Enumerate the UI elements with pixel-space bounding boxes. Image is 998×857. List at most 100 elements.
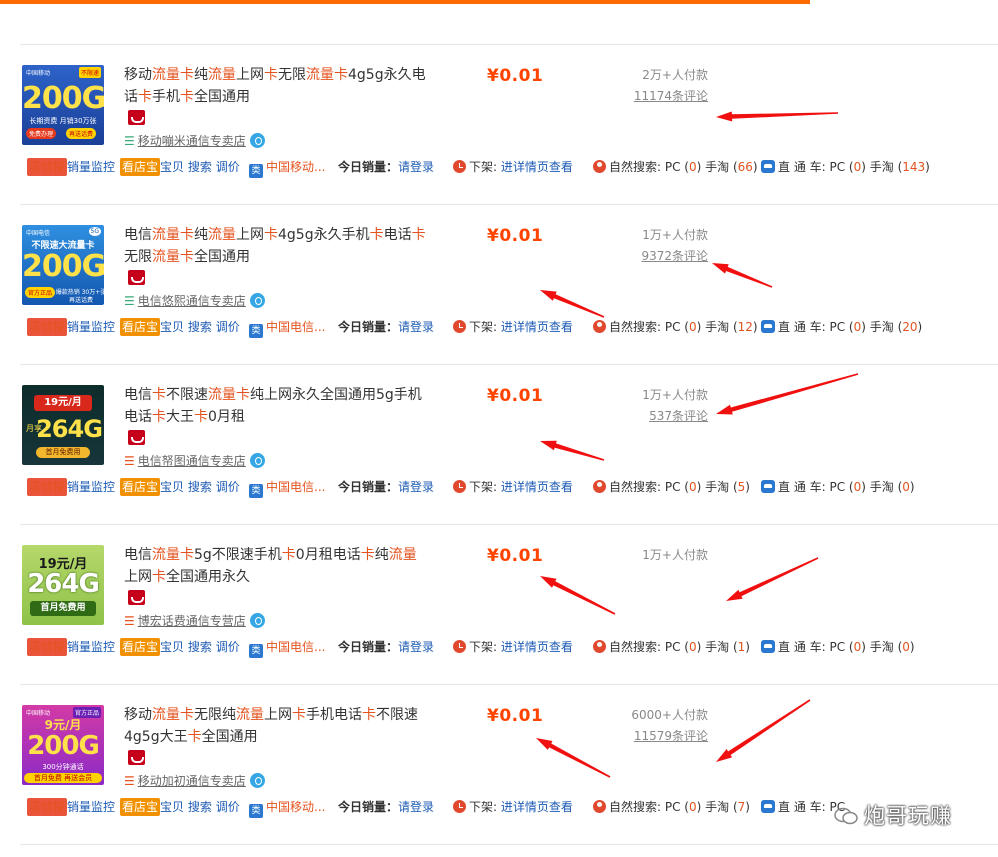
search-link[interactable]: 搜索 [188, 480, 212, 494]
adjust-price-link[interactable]: 调价 [216, 160, 240, 174]
title-part: 流量卡 [152, 707, 194, 723]
product-title-link[interactable]: 移动流量卡无限纯流量上网卡手机电话卡不限速4g5g大王卡全国通用 [124, 704, 429, 748]
through-train-label[interactable]: 直 通 车: PC [778, 480, 845, 494]
shop-name-link[interactable]: 博宏话费通信专营店 [138, 614, 246, 628]
title-part: 卡 [369, 227, 384, 243]
product-thumbnail[interactable]: 中国移动 官方正品 9元/月 200G 300分钟通话 首月免费 再送会员 [22, 705, 104, 785]
product-title-link[interactable]: 电信卡不限速流量卡纯上网永久全国通用5g手机电话卡大王卡0月租 [124, 384, 429, 428]
category-link[interactable]: 中国移动... [266, 800, 325, 814]
login-link[interactable]: 请登录 [398, 320, 434, 334]
title-part: 全国通用永久 [166, 569, 250, 585]
review-count-link[interactable]: 11174条评论 [620, 87, 708, 104]
sales-monitor-link[interactable]: 销量监控 [67, 640, 115, 654]
shop-tool-tag[interactable]: 看店宝 [120, 638, 161, 656]
detail-check-link[interactable]: 进详情页查看 [501, 320, 573, 334]
review-count-link[interactable]: 11579条评论 [620, 727, 708, 744]
adjust-price-link[interactable]: 调价 [216, 320, 240, 334]
sales-monitor-link[interactable]: 销量监控 [67, 160, 115, 174]
shop-tool-tag[interactable]: 看店宝 [120, 158, 161, 176]
aliwangwang-icon[interactable] [249, 773, 265, 788]
category-link[interactable]: 中国电信... [266, 320, 325, 334]
detective-tag[interactable]: 店侦探 [27, 158, 68, 176]
search-link[interactable]: 搜索 [188, 640, 212, 654]
title-part: 手机电话 [306, 707, 362, 723]
review-count-link[interactable]: 9372条评论 [620, 247, 708, 264]
title-part: 卡 [152, 409, 166, 425]
train-mobile-count: 143 [902, 160, 926, 174]
title-part: 卡 [281, 547, 296, 563]
through-train-icon [761, 640, 775, 653]
search-link[interactable]: 搜索 [188, 160, 212, 174]
thumb-price-tag: 19元/月 [34, 395, 92, 411]
product-thumbnail[interactable]: 19元/月 264G 首月免费用 [22, 545, 104, 625]
shop-name-link[interactable]: 电信悠熙通信专卖店 [138, 294, 246, 308]
aliwangwang-icon[interactable] [249, 453, 265, 468]
detective-tag[interactable]: 店侦探 [27, 318, 68, 336]
title-part: 流量 [388, 547, 417, 563]
through-train-label[interactable]: 直 通 车: PC [778, 320, 845, 334]
detective-tag[interactable]: 店侦探 [27, 478, 68, 496]
natural-search-label[interactable]: 自然搜索: PC [609, 800, 680, 814]
login-link[interactable]: 请登录 [398, 800, 434, 814]
product-item: 中国电信 5G 不限速大流量卡 200G 官方正品 爆款热销 30万+张 再送话… [22, 224, 923, 338]
aliwangwang-icon[interactable] [249, 293, 265, 308]
sales-monitor-link[interactable]: 销量监控 [67, 480, 115, 494]
title-part: 不限速 [166, 387, 208, 403]
review-count-link[interactable]: 537条评论 [620, 407, 708, 424]
baobei-link[interactable]: 宝贝 [160, 640, 184, 654]
aliwangwang-icon[interactable] [249, 133, 265, 148]
shop-tool-tag[interactable]: 看店宝 [120, 478, 161, 496]
sales-monitor-link[interactable]: 销量监控 [67, 320, 115, 334]
adjust-price-link[interactable]: 调价 [216, 640, 240, 654]
adjust-price-link[interactable]: 调价 [216, 800, 240, 814]
detective-tag[interactable]: 店侦探 [27, 798, 68, 816]
product-title-link[interactable]: 电信流量卡纯流量上网卡4g5g永久手机卡电话卡无限流量卡全国通用 [124, 224, 429, 268]
login-link[interactable]: 请登录 [398, 160, 434, 174]
sales-monitor-link[interactable]: 销量监控 [67, 800, 115, 814]
through-train-label[interactable]: 直 通 车: PC [778, 640, 845, 654]
baobei-link[interactable]: 宝贝 [160, 320, 184, 334]
natural-search-label[interactable]: 自然搜索: PC [609, 480, 680, 494]
detail-check-link[interactable]: 进详情页查看 [501, 480, 573, 494]
login-link[interactable]: 请登录 [398, 480, 434, 494]
natural-search-label[interactable]: 自然搜索: PC [609, 320, 680, 334]
natural-search-label[interactable]: 自然搜索: PC [609, 160, 680, 174]
aliwangwang-icon[interactable] [249, 613, 265, 628]
product-price: ¥0.01 [487, 386, 544, 406]
baobei-link[interactable]: 宝贝 [160, 480, 184, 494]
shop-tool-tag[interactable]: 看店宝 [120, 798, 161, 816]
product-thumbnail[interactable]: 中国移动 不限速 200G 长期资费 月销30万张 免费办理 再送话费 [22, 65, 104, 145]
detail-check-link[interactable]: 进详情页查看 [501, 800, 573, 814]
title-part: 上网 [236, 67, 264, 83]
mobile-label: 手淘 [869, 640, 894, 654]
product-title-link[interactable]: 移动流量卡纯流量上网卡无限流量卡4g5g永久电话卡手机卡全国通用 [124, 64, 429, 108]
through-train-label[interactable]: 直 通 车: PC [778, 160, 845, 174]
title-part: 纯 [194, 67, 208, 83]
product-thumbnail[interactable]: 19元/月 月享 264G 首月免费用 [22, 385, 104, 465]
search-link[interactable]: 搜索 [188, 800, 212, 814]
shop-name-link[interactable]: 电信帑图通信专卖店 [138, 454, 246, 468]
shop-name-link[interactable]: 移动嘣米通信专卖店 [138, 134, 246, 148]
category-link[interactable]: 中国移动... [266, 160, 325, 174]
search-link[interactable]: 搜索 [188, 320, 212, 334]
adjust-price-link[interactable]: 调价 [216, 480, 240, 494]
product-thumbnail[interactable]: 中国电信 5G 不限速大流量卡 200G 官方正品 爆款热销 30万+张 再送话… [22, 225, 104, 305]
baobei-link[interactable]: 宝贝 [160, 160, 184, 174]
detail-check-link[interactable]: 进详情页查看 [501, 160, 573, 174]
category-link[interactable]: 中国电信... [266, 640, 325, 654]
detective-tag[interactable]: 店侦探 [27, 638, 68, 656]
tmall-icon [128, 430, 145, 445]
baobei-link[interactable]: 宝贝 [160, 800, 184, 814]
shop-name-link[interactable]: 移动加初通信专卖店 [138, 774, 246, 788]
category-link[interactable]: 中国电信... [266, 480, 325, 494]
product-price: ¥0.01 [487, 226, 544, 246]
title-part: 电信 [124, 547, 152, 563]
natural-search-label[interactable]: 自然搜索: PC [609, 640, 680, 654]
detail-check-link[interactable]: 进详情页查看 [501, 640, 573, 654]
login-link[interactable]: 请登录 [398, 640, 434, 654]
natural-mobile-count: 12 [737, 320, 753, 334]
title-part: 流量卡 [208, 387, 250, 403]
shop-tool-tag[interactable]: 看店宝 [120, 318, 161, 336]
train-pc-count: 0 [853, 160, 862, 174]
product-title-link[interactable]: 电信流量卡5g不限速手机卡0月租电话卡纯流量上网卡全国通用永久 [124, 544, 429, 588]
